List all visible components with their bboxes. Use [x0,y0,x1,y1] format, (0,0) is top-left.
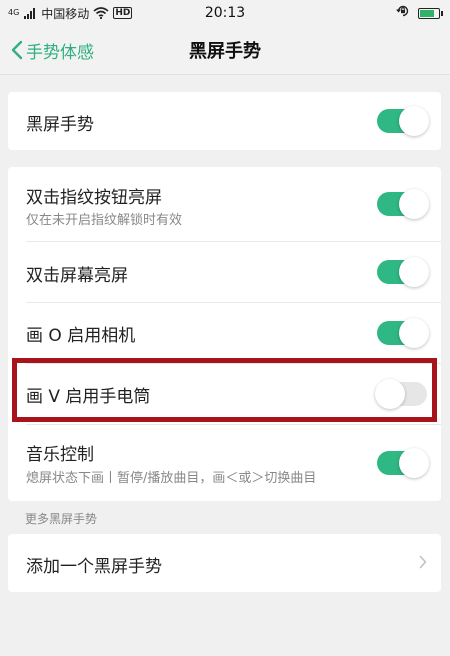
main-toggle-card: 黑屏手势 [8,92,441,150]
chevron-right-icon [419,555,427,569]
gesture-subtitle: 熄屏状态下画丨暂停/播放曲目，画＜或＞切换曲目 [26,471,317,486]
rotation-lock-icon [396,4,410,22]
add-gesture-row[interactable]: 添加一个黑屏手势 [8,534,441,592]
toggle-knob [399,448,429,478]
music-control-toggle[interactable] [377,448,429,478]
gesture-row-double-tap-fingerprint[interactable]: 双击指纹按钮亮屏 仅在未开启指纹解锁时有效 [8,167,441,241]
toggle-knob [399,106,429,136]
gesture-row-draw-o-camera[interactable]: 画 O 启用相机 [8,303,441,363]
main-toggle-switch[interactable] [377,106,429,136]
main-toggle-row[interactable]: 黑屏手势 [8,92,441,150]
double-tap-fingerprint-toggle[interactable] [377,189,429,219]
gestures-card: 双击指纹按钮亮屏 仅在未开启指纹解锁时有效 双击屏幕亮屏 画 O 启用相机 画 … [8,167,441,501]
toggle-knob [399,318,429,348]
toggle-knob [375,379,405,409]
header: 手势体感 黑屏手势 [0,26,450,75]
double-tap-screen-toggle[interactable] [377,257,429,287]
gesture-row-double-tap-screen[interactable]: 双击屏幕亮屏 [8,242,441,302]
add-gesture-card: 添加一个黑屏手势 [8,534,441,592]
gesture-row-music-control[interactable]: 音乐控制 熄屏状态下画丨暂停/播放曲目，画＜或＞切换曲目 [8,425,441,501]
status-bar: 4G 中国移动 HD 20:13 [0,0,450,26]
gesture-subtitle: 仅在未开启指纹解锁时有效 [26,213,183,228]
main-toggle-label: 黑屏手势 [26,115,94,135]
status-right [396,0,443,26]
gesture-label: 双击屏幕亮屏 [26,266,128,286]
toggle-knob [399,189,429,219]
status-time: 20:13 [204,5,246,21]
add-gesture-label: 添加一个黑屏手势 [26,557,162,577]
section-header: 更多黑屏手势 [25,512,98,526]
battery-icon [418,7,443,19]
draw-v-flashlight-toggle[interactable] [375,379,427,409]
toggle-knob [399,257,429,287]
gesture-label: 双击指纹按钮亮屏 [26,188,162,208]
page-title: 黑屏手势 [189,41,261,62]
gesture-label: 画 O 启用相机 [26,326,136,346]
gesture-label: 音乐控制 [26,445,94,465]
gesture-row-draw-v-flashlight[interactable]: 画 V 启用手电筒 [8,364,441,424]
draw-o-camera-toggle[interactable] [377,318,429,348]
gesture-label: 画 V 启用手电筒 [26,387,151,407]
battery-level [420,9,435,17]
